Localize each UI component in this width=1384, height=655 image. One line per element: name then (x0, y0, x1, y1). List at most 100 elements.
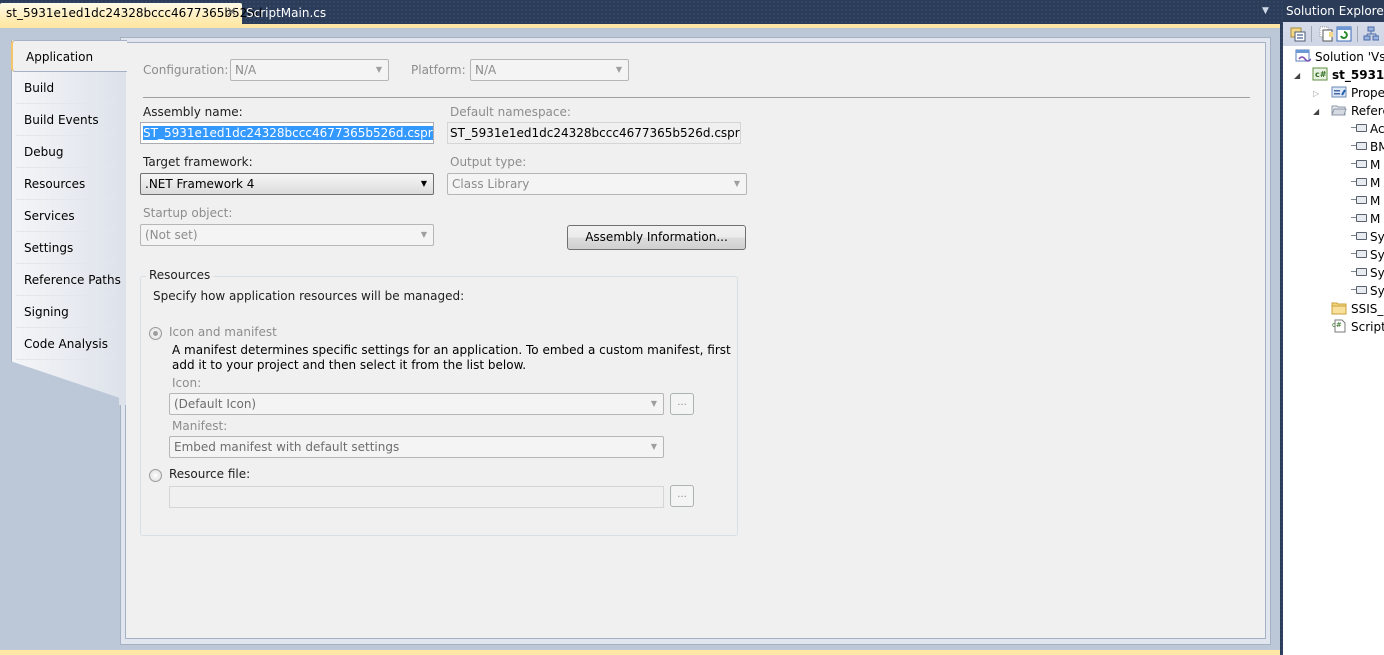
icon-label: Icon: (172, 376, 202, 390)
close-icon[interactable]: ✕ (226, 3, 237, 23)
configuration-combo[interactable]: N/A ▼ (230, 59, 389, 81)
collapse-arrow-icon[interactable]: ◢ (1313, 107, 1319, 116)
document-area: st_5931e1ed1dc24328bccc4677365b526d ✕ Sc… (0, 0, 1280, 655)
chevron-down-icon: ▼ (615, 65, 622, 74)
reference-icon (1351, 231, 1367, 241)
side-tab-label: Settings (24, 241, 74, 255)
output-type-value: Class Library (452, 177, 530, 191)
svg-text:c#: c# (1332, 321, 1342, 329)
chevron-down-icon: ▼ (420, 230, 427, 239)
resources-description: Specify how application resources will b… (153, 289, 465, 303)
resources-group-title: Resources (146, 268, 214, 282)
side-tab-build[interactable]: Build (11, 72, 126, 104)
tree-item-reference[interactable]: Ac (1351, 120, 1384, 138)
assembly-name-input[interactable]: ST_5931e1ed1dc24328bccc4677365b526d.cspr… (140, 122, 434, 144)
tree-item-project[interactable]: c# st_5931e (1312, 66, 1384, 84)
tree-item-label: M (1370, 158, 1381, 172)
side-tab-signing[interactable]: Signing (11, 296, 126, 328)
resource-file-label: Resource file: (169, 467, 251, 481)
tree-item-solution[interactable]: Solution 'Vsta (1295, 48, 1384, 66)
tree-item-reference[interactable]: M (1351, 156, 1380, 174)
document-bottom-bar (0, 650, 1280, 655)
icon-combo[interactable]: (Default Icon) ▼ (169, 393, 664, 415)
default-namespace-value: ST_5931e1ed1dc24328bccc4677365b526d.cspr… (450, 126, 741, 140)
doc-tab-scriptmain[interactable]: ScriptMain.cs (240, 3, 332, 24)
side-tab-application[interactable]: Application (11, 40, 127, 72)
resource-file-input[interactable] (169, 486, 664, 508)
tree-item-references[interactable]: Refere (1331, 102, 1384, 120)
reference-icon (1351, 177, 1367, 187)
side-tab-settings[interactable]: Settings (11, 232, 126, 264)
assembly-information-button[interactable]: Assembly Information... (567, 225, 746, 250)
reference-icon (1351, 285, 1367, 295)
tree-item-reference[interactable]: Sy (1351, 264, 1384, 282)
side-tab-reference-paths[interactable]: Reference Paths (11, 264, 126, 296)
manifest-combo[interactable]: Embed manifest with default settings ▼ (169, 436, 664, 458)
tree-item-label: SSIS_S (1351, 302, 1384, 316)
solution-explorer-toolbar (1283, 22, 1384, 46)
tree-item-label: M (1370, 194, 1381, 208)
manifest-help-text: A manifest determines specific settings … (172, 343, 731, 372)
tree-item-reference[interactable]: BM (1351, 138, 1384, 156)
side-tab-services[interactable]: Services (11, 200, 126, 232)
toolbar-separator (1311, 26, 1312, 42)
configuration-value: N/A (235, 63, 257, 77)
tree-item-reference[interactable]: M (1351, 210, 1380, 228)
chevron-down-icon: ▼ (733, 179, 740, 188)
tree-item-label: Sy (1370, 248, 1384, 262)
tree-item-label: Refere (1351, 104, 1384, 118)
class-diagram-icon[interactable] (1363, 26, 1379, 42)
tree-item-reference[interactable]: Sy (1351, 282, 1384, 300)
tree-item-label: M (1370, 212, 1381, 226)
reference-icon (1351, 123, 1367, 133)
properties-icon[interactable] (1290, 26, 1306, 42)
platform-label: Platform: (411, 63, 466, 77)
doc-tab-label: ScriptMain.cs (246, 6, 327, 20)
tree-item-reference[interactable]: M (1351, 174, 1380, 192)
chevron-down-icon: ▼ (420, 179, 427, 188)
tree-item-label: st_5931e (1332, 68, 1384, 82)
manifest-value: Embed manifest with default settings (174, 440, 400, 454)
solution-explorer-title: Solution Explorer (1283, 0, 1384, 22)
csharp-file-icon: c# (1332, 319, 1346, 333)
reference-icon (1351, 159, 1367, 169)
tree-item-label: Script (1351, 320, 1384, 334)
side-tab-code-analysis[interactable]: Code Analysis (11, 328, 126, 360)
chevron-down-icon: ▼ (375, 65, 382, 74)
show-all-files-icon[interactable] (1318, 26, 1334, 42)
startup-object-combo[interactable]: (Not set) ▼ (140, 224, 434, 246)
solution-explorer-panel: Solution Explorer Solution 'Vs ◢ c# st_5… (1283, 0, 1384, 655)
icon-manifest-radio[interactable] (149, 327, 162, 340)
tree-item-reference[interactable]: Sy (1351, 228, 1384, 246)
output-type-combo[interactable]: Class Library ▼ (447, 173, 747, 195)
document-tabstrip: st_5931e1ed1dc24328bccc4677365b526d ✕ Sc… (0, 0, 1280, 24)
reference-icon (1351, 195, 1367, 205)
tree-item-folder[interactable]: SSIS_S (1331, 300, 1384, 318)
divider (16, 359, 116, 360)
resource-file-radio[interactable] (149, 469, 162, 482)
side-tab-label: Resources (24, 177, 86, 191)
resource-file-browse-button[interactable]: ... (670, 485, 694, 507)
chevron-down-icon: ▼ (650, 399, 657, 408)
tree-item-reference[interactable]: Sy (1351, 246, 1384, 264)
side-tab-debug[interactable]: Debug (11, 136, 126, 168)
svg-text:c#: c# (1315, 70, 1327, 79)
icon-browse-button[interactable]: ... (670, 393, 694, 415)
tree-item-script-file[interactable]: c# Script (1331, 318, 1384, 336)
platform-combo[interactable]: N/A ▼ (470, 59, 629, 81)
collapse-arrow-icon[interactable]: ◢ (1294, 71, 1300, 80)
doc-tab-label: st_5931e1ed1dc24328bccc4677365b526d (6, 6, 263, 20)
side-tab-resources[interactable]: Resources (11, 168, 126, 200)
default-namespace-input[interactable]: ST_5931e1ed1dc24328bccc4677365b526d.cspr… (447, 122, 741, 144)
tree-item-properties[interactable]: Prope (1331, 84, 1384, 102)
expand-arrow-icon[interactable]: ▷ (1313, 89, 1319, 98)
refresh-icon[interactable] (1336, 26, 1352, 42)
side-tab-build-events[interactable]: Build Events (11, 104, 126, 136)
tree-item-reference[interactable]: M (1351, 192, 1380, 210)
toolbar-separator (1357, 26, 1358, 42)
assembly-name-label: Assembly name: (143, 105, 243, 119)
target-framework-combo[interactable]: .NET Framework 4 ▼ (140, 173, 434, 195)
doc-tab-project-properties[interactable]: st_5931e1ed1dc24328bccc4677365b526d ✕ (0, 3, 263, 24)
configuration-label: Configuration: (143, 63, 229, 77)
tab-list-dropdown-icon[interactable]: ▼ (1262, 6, 1269, 16)
